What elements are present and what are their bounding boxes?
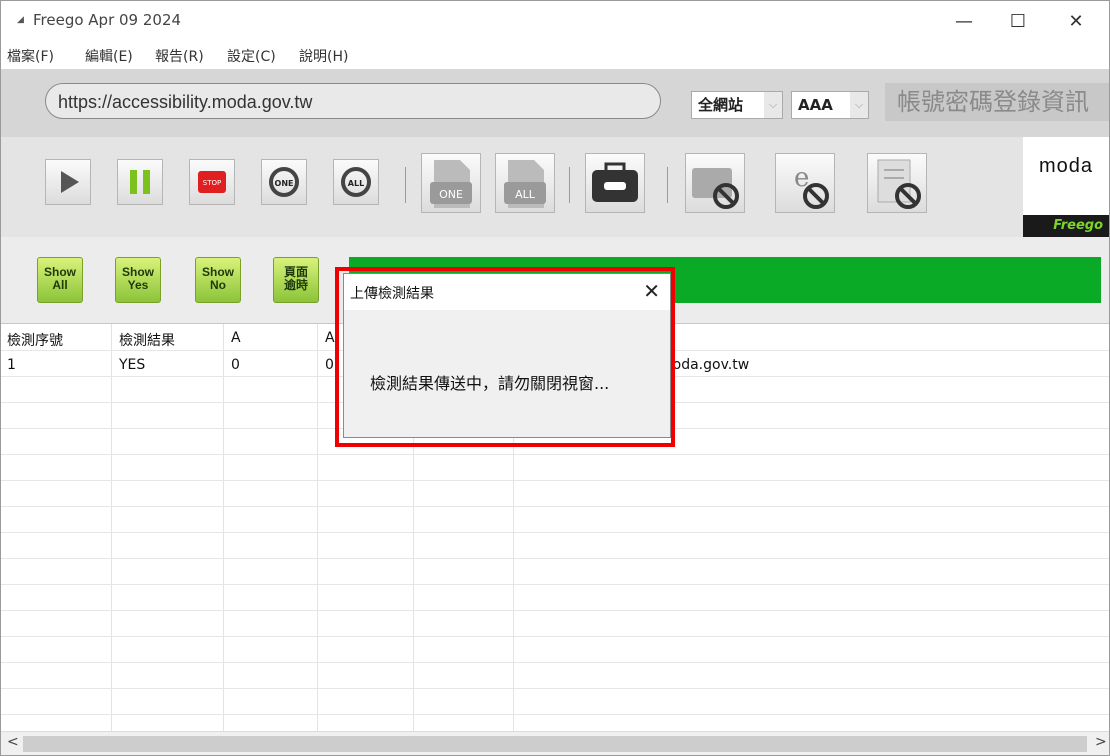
- play-icon: [61, 171, 79, 193]
- refresh-one-icon: ONE: [269, 167, 299, 197]
- show-no-label-2: No: [210, 278, 226, 292]
- show-no-label-1: Show: [202, 265, 234, 279]
- show-yes-label-2: Yes: [127, 278, 149, 292]
- toolbar-divider: [569, 167, 570, 203]
- row-1-a[interactable]: 0: [231, 357, 240, 373]
- menu-settings[interactable]: 設定(C): [227, 46, 276, 66]
- moda-icon: ◢: [17, 15, 24, 25]
- show-all-label-2: All: [52, 278, 68, 292]
- scope-value: 全網站: [698, 96, 744, 114]
- chevron-down-icon: ⌵: [850, 92, 868, 118]
- level-select[interactable]: AAA ⌵: [791, 91, 869, 119]
- menu-edit[interactable]: 編輯(E): [85, 46, 133, 66]
- timeout-label-2: 逾時: [283, 278, 308, 292]
- browser-block-icon: e: [794, 163, 829, 209]
- show-no-button[interactable]: Show No: [195, 257, 241, 303]
- stop-button[interactable]: STOP: [189, 159, 235, 205]
- document-block-button[interactable]: [867, 153, 927, 213]
- header-a[interactable]: A: [231, 330, 241, 346]
- row-1-aa[interactable]: 0: [325, 357, 334, 373]
- refresh-all-icon: ALL: [341, 167, 371, 197]
- browser-block-button[interactable]: e: [775, 153, 835, 213]
- row-1-result[interactable]: YES: [119, 357, 145, 373]
- scroll-right-icon[interactable]: >: [1095, 734, 1107, 750]
- document-block-icon: [877, 159, 921, 209]
- logo-freego-text: Freego: [1023, 215, 1109, 237]
- close-button[interactable]: ✕: [1053, 7, 1099, 37]
- level-value: AAA: [798, 96, 833, 114]
- settings-button[interactable]: [585, 153, 645, 213]
- header-aa[interactable]: A: [325, 330, 335, 346]
- pause-icon: [130, 170, 150, 194]
- row-1-index[interactable]: 1: [7, 357, 16, 373]
- show-yes-label-1: Show: [122, 265, 154, 279]
- report-all-button[interactable]: ALL: [495, 153, 555, 213]
- refresh-all-label: ALL: [348, 179, 364, 188]
- url-input[interactable]: https://accessibility.moda.gov.tw: [45, 83, 661, 119]
- scroll-left-icon[interactable]: <: [7, 734, 19, 750]
- stop-label: STOP: [203, 179, 221, 187]
- pause-button[interactable]: [117, 159, 163, 205]
- folder-block-button[interactable]: [685, 153, 745, 213]
- header-result[interactable]: 檢測結果: [119, 330, 175, 350]
- header-index[interactable]: 檢測序號: [7, 330, 63, 350]
- show-all-label-1: Show: [44, 265, 76, 279]
- show-all-button[interactable]: Show All: [37, 257, 83, 303]
- report-all-label: ALL: [515, 188, 536, 201]
- maximize-button[interactable]: ☐: [995, 7, 1041, 37]
- toolbar: STOP ONE ALL ONE ALL e moda Freego: [1, 137, 1109, 237]
- report-one-label: ONE: [439, 188, 463, 201]
- refresh-one-label: ONE: [275, 179, 294, 188]
- timeout-label-1: 頁面: [283, 265, 308, 279]
- url-bar: https://accessibility.moda.gov.tw 全網站 ⌵ …: [1, 69, 1109, 137]
- title-bar: ◢ Freego Apr 09 2024 — ☐ ✕: [1, 1, 1109, 43]
- show-yes-button[interactable]: Show Yes: [115, 257, 161, 303]
- moda-logo: moda Freego: [1023, 137, 1109, 237]
- menu-file[interactable]: 檔案(F): [7, 46, 54, 66]
- toolbox-icon: [592, 162, 638, 202]
- scrollbar-thumb[interactable]: [23, 736, 1087, 752]
- refresh-all-button[interactable]: ALL: [333, 159, 379, 205]
- report-one-icon: ONE: [430, 160, 472, 208]
- toolbar-divider: [667, 167, 668, 203]
- menu-help[interactable]: 說明(H): [299, 46, 348, 66]
- play-button[interactable]: [45, 159, 91, 205]
- scope-select[interactable]: 全網站 ⌵: [691, 91, 783, 119]
- report-one-button[interactable]: ONE: [421, 153, 481, 213]
- toolbar-divider: [405, 167, 406, 203]
- minimize-button[interactable]: —: [941, 7, 987, 37]
- app-window: ◢ Freego Apr 09 2024 — ☐ ✕ 檔案(F) 編輯(E) 報…: [0, 0, 1110, 756]
- chevron-down-icon: ⌵: [764, 92, 782, 118]
- horizontal-scrollbar[interactable]: < >: [1, 731, 1109, 755]
- report-all-icon: ALL: [504, 160, 546, 208]
- window-title: Freego Apr 09 2024: [33, 11, 182, 29]
- folder-block-icon: [692, 168, 739, 209]
- stop-icon: STOP: [198, 171, 226, 193]
- login-info-button[interactable]: 帳號密碼登錄資訊: [885, 83, 1109, 121]
- logo-moda-text: moda: [1038, 155, 1094, 177]
- timeout-button[interactable]: 頁面 逾時: [273, 257, 319, 303]
- menu-report[interactable]: 報告(R): [155, 46, 204, 66]
- menu-bar: 檔案(F) 編輯(E) 報告(R) 設定(C) 說明(H): [1, 43, 1109, 69]
- highlight-box: [335, 267, 675, 447]
- refresh-one-button[interactable]: ONE: [261, 159, 307, 205]
